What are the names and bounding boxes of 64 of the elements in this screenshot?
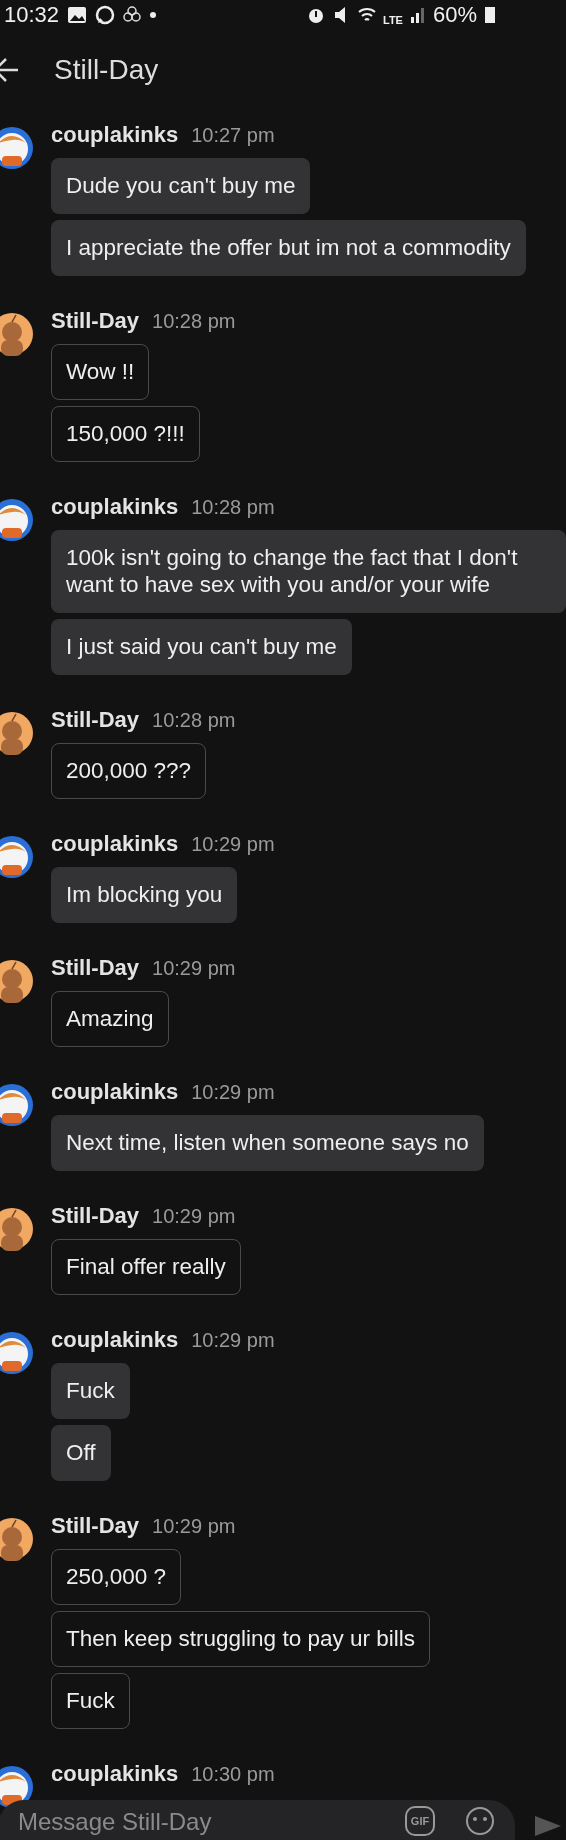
clock-time: 10:32 [4,1,60,29]
chat-icon [95,5,116,25]
avatar-icon [0,126,34,170]
message-time: 10:27 pm [191,124,275,147]
avatar-icon [0,312,34,356]
back-button[interactable] [0,56,20,84]
battery-icon [484,6,496,24]
message-bubble: I appreciate the offer but im not a commodity [51,220,526,276]
chat-title: Still-Day [54,54,159,86]
message-bubble: 250,000 ? [51,1549,182,1605]
battery-level: 60% [432,1,477,29]
message-bubble: 150,000 ?!!! [51,406,200,462]
author-name[interactable]: Still-Day [51,308,140,334]
avatar-icon [0,498,34,542]
alarm-icon [306,6,326,24]
author-name[interactable]: couplakinks [51,1761,179,1787]
avatar-icon [0,1207,34,1251]
avatar-icon [0,835,34,879]
avatar-icon [0,1083,34,1127]
message-bubble: Dude you can't buy me [51,158,311,214]
message-bubble: Fuck [51,1363,130,1419]
message-time: 10:29 pm [152,957,236,980]
message-bubble: Next time, listen when someone says no [51,1115,484,1171]
avatar-icon [0,1517,34,1561]
author-name[interactable]: Still-Day [51,1203,140,1229]
message-time: 10:28 pm [152,310,236,333]
message-time: 10:29 pm [191,1329,275,1352]
message-bubble: I just said you can't buy me [51,619,352,675]
message-bubble: Amazing [51,991,169,1047]
author-name[interactable]: couplakinks [51,831,179,857]
author-name[interactable]: Still-Day [51,1513,140,1539]
signal-icon [409,7,426,23]
author-name[interactable]: couplakinks [51,122,179,148]
message-time: 10:28 pm [191,496,275,519]
author-name[interactable]: couplakinks [51,1079,179,1105]
message-bubble: Final offer really [51,1239,241,1295]
avatar-icon [0,711,34,755]
message-bubble: 100k isn't going to change the fact that I don't want to have sex with you and/or your wife [51,530,566,613]
gif-button[interactable]: GIF [405,1806,435,1836]
message-bubble: Im blocking you [51,867,238,923]
message-bubble: 200,000 ??? [51,743,207,799]
message-time: 10:30 pm [191,1763,275,1786]
network-label: LTE [383,14,403,26]
author-name[interactable]: Still-Day [51,955,140,981]
message-time: 10:28 pm [152,709,236,732]
dot-icon [149,11,158,19]
author-name[interactable]: couplakinks [51,1327,179,1353]
message-time: 10:29 pm [152,1205,236,1228]
smiley-icon [465,1806,495,1836]
author-name[interactable]: couplakinks [51,494,179,520]
author-name[interactable]: Still-Day [51,707,140,733]
avatar-icon [0,959,34,1003]
message-bubble: Off [51,1425,111,1481]
message-time: 10:29 pm [191,833,275,856]
avatar-icon [0,1331,34,1375]
message-bubble: Wow !! [51,344,150,400]
message-time: 10:29 pm [191,1081,275,1104]
message-time: 10:29 pm [152,1515,236,1538]
send-icon [535,1816,561,1836]
wifi-icon [358,7,376,23]
flower-icon [123,6,142,24]
message-bubble: Then keep struggling to pay ur bills [51,1611,430,1667]
message-bubble: Fuck [51,1673,130,1729]
image-icon [67,6,88,24]
